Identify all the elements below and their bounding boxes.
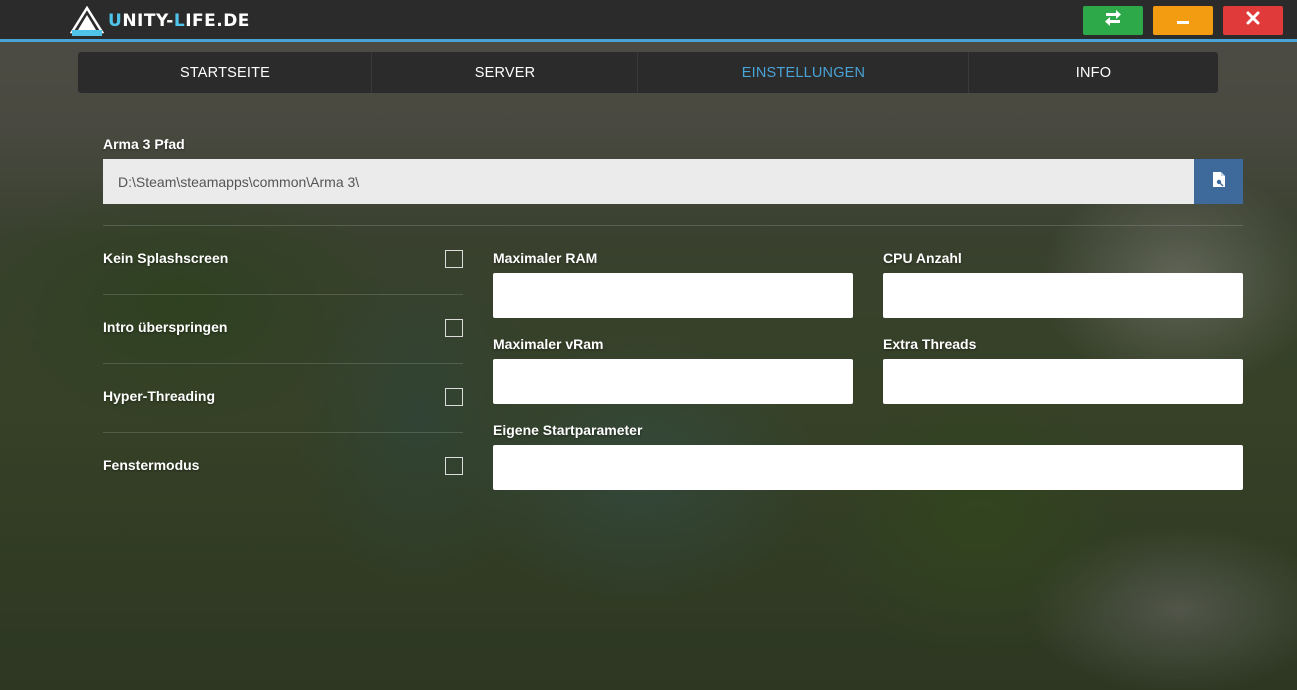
- background-overlay: [0, 0, 1297, 690]
- cpu-count-input[interactable]: [883, 273, 1243, 318]
- brand-ife: IFE.DE: [185, 11, 250, 31]
- arma-path-label: Arma 3 Pfad: [103, 136, 185, 152]
- checkbox-window-mode[interactable]: [445, 457, 463, 475]
- brand-l: L: [173, 11, 186, 31]
- max-ram-input[interactable]: [493, 273, 853, 318]
- arma-path-field[interactable]: D:\Steam\steamapps\common\Arma 3\: [103, 159, 1194, 204]
- browse-path-button[interactable]: [1194, 159, 1243, 204]
- title-bar[interactable]: UNITY-LIFE.DE: [0, 0, 1297, 42]
- option-label-hyperthreading: Hyper-Threading: [103, 388, 216, 404]
- tab-info[interactable]: INFO: [969, 52, 1218, 93]
- minimize-icon: [1177, 11, 1189, 30]
- tab-einstellungen[interactable]: EINSTELLUNGEN: [638, 52, 969, 93]
- brand-nity: NITY-: [122, 11, 174, 31]
- checkbox-no-splashscreen[interactable]: [445, 250, 463, 268]
- app-title: UNITY-LIFE.DE: [108, 11, 250, 31]
- extra-threads-input[interactable]: [883, 359, 1243, 404]
- option-label-splashscreen: Kein Splashscreen: [103, 250, 229, 266]
- refresh-button[interactable]: [1083, 6, 1143, 35]
- option-label-skip-intro: Intro überspringen: [103, 319, 228, 335]
- option-divider: [103, 432, 463, 433]
- checkbox-skip-intro[interactable]: [445, 319, 463, 337]
- max-ram-label: Maximaler RAM: [493, 250, 598, 266]
- option-divider: [103, 294, 463, 295]
- custom-params-input[interactable]: [493, 445, 1243, 490]
- max-vram-input[interactable]: [493, 359, 853, 404]
- file-icon: [1212, 171, 1225, 192]
- extra-threads-label: Extra Threads: [883, 336, 977, 352]
- brand-u: U: [108, 11, 123, 31]
- app-logo: [69, 5, 105, 36]
- refresh-icon: [1103, 10, 1123, 31]
- section-divider: [103, 225, 1243, 226]
- minimize-button[interactable]: [1153, 6, 1213, 35]
- tab-server[interactable]: SERVER: [372, 52, 638, 93]
- checkbox-hyperthreading[interactable]: [445, 388, 463, 406]
- close-icon: [1246, 11, 1260, 30]
- option-divider: [103, 363, 463, 364]
- max-vram-label: Maximaler vRam: [493, 336, 604, 352]
- cpu-count-label: CPU Anzahl: [883, 250, 962, 266]
- option-label-window-mode: Fenstermodus: [103, 457, 200, 473]
- main-nav: STARTSEITE SERVER EINSTELLUNGEN INFO: [78, 52, 1218, 93]
- close-button[interactable]: [1223, 6, 1283, 35]
- custom-params-label: Eigene Startparameter: [493, 422, 643, 438]
- tab-startseite[interactable]: STARTSEITE: [78, 52, 372, 93]
